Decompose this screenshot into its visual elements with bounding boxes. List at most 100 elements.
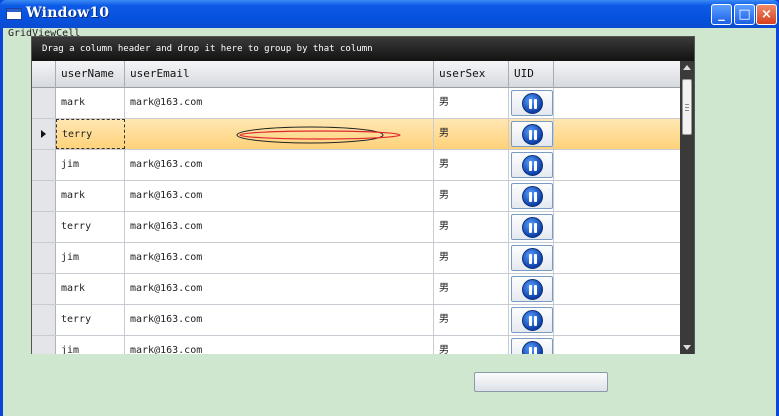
uid-button[interactable] <box>511 307 553 333</box>
row-indicator[interactable] <box>32 305 56 335</box>
cell-empty <box>554 336 680 354</box>
uid-button[interactable] <box>511 214 553 240</box>
window-title: Window10 <box>26 5 110 21</box>
table-row[interactable]: terry 男 <box>32 119 680 150</box>
cell-empty <box>554 305 680 335</box>
pause-circle-icon <box>522 186 543 207</box>
cell-username[interactable]: mark <box>56 181 125 211</box>
row-indicator[interactable] <box>32 88 56 118</box>
row-indicator[interactable] <box>32 150 56 180</box>
cell-usersex[interactable]: 男 <box>434 150 509 180</box>
window-icon <box>6 8 22 20</box>
cell-username[interactable]: terry <box>56 119 125 149</box>
column-header-useremail[interactable]: userEmail <box>125 61 434 88</box>
cell-uid <box>509 119 554 149</box>
minimize-button[interactable]: _ <box>711 4 732 25</box>
uid-button[interactable] <box>511 338 553 354</box>
column-header-uid[interactable]: UID <box>509 61 554 88</box>
row-indicator[interactable] <box>32 274 56 304</box>
cell-uid <box>509 243 554 273</box>
cell-uid <box>509 88 554 118</box>
cell-uid <box>509 274 554 304</box>
table-row[interactable]: jim mark@163.com 男 <box>32 150 680 181</box>
cell-uid <box>509 336 554 354</box>
pause-circle-icon <box>522 124 543 145</box>
row-indicator[interactable] <box>32 181 56 211</box>
cell-useremail[interactable]: mark@163.com <box>125 212 434 242</box>
cell-useremail[interactable]: mark@163.com <box>125 274 434 304</box>
cell-usersex[interactable]: 男 <box>434 336 509 354</box>
uid-button[interactable] <box>511 245 553 271</box>
scroll-down-arrow-icon[interactable] <box>683 345 691 350</box>
pause-circle-icon <box>522 341 543 354</box>
uid-button[interactable] <box>511 121 553 147</box>
pause-circle-icon <box>522 155 543 176</box>
header-indicator-cell <box>32 61 56 88</box>
cell-empty <box>554 243 680 273</box>
pause-circle-icon <box>522 279 543 300</box>
window-frame: Window10 _ □ × GridViewCell Drag a colum… <box>0 0 779 416</box>
pause-circle-icon <box>522 248 543 269</box>
cell-useremail[interactable]: mark@163.com <box>125 243 434 273</box>
cell-useremail[interactable]: mark@163.com <box>125 150 434 180</box>
scroll-up-arrow-icon[interactable] <box>683 65 691 70</box>
uid-button[interactable] <box>511 152 553 178</box>
cell-useremail[interactable]: mark@163.com <box>125 336 434 354</box>
grid-header: userName userEmail userSex UID <box>32 61 680 88</box>
data-grid: Drag a column header and drop it here to… <box>31 36 695 354</box>
cell-usersex[interactable]: 男 <box>434 243 509 273</box>
cell-useremail[interactable]: mark@163.com <box>125 88 434 118</box>
uid-button[interactable] <box>511 183 553 209</box>
close-button[interactable]: × <box>756 4 777 25</box>
cell-usersex[interactable]: 男 <box>434 181 509 211</box>
group-panel[interactable]: Drag a column header and drop it here to… <box>32 37 694 61</box>
grid-rows: mark mark@163.com 男 terry 男 jim mark@163.com 男 m… <box>32 88 680 354</box>
maximize-button[interactable]: □ <box>734 4 755 25</box>
cell-username[interactable]: terry <box>56 305 125 335</box>
cell-usersex[interactable]: 男 <box>434 274 509 304</box>
column-header-username[interactable]: userName <box>56 61 125 88</box>
title-bar[interactable]: Window10 _ □ × <box>0 0 779 28</box>
window-client-area: GridViewCell Drag a column header and dr… <box>3 28 776 416</box>
cell-usersex[interactable]: 男 <box>434 119 509 149</box>
row-indicator[interactable] <box>32 243 56 273</box>
table-row[interactable]: jim mark@163.com 男 <box>32 336 680 354</box>
uid-button[interactable] <box>511 276 553 302</box>
cell-usersex[interactable]: 男 <box>434 305 509 335</box>
cell-username[interactable]: mark <box>56 88 125 118</box>
vertical-scrollbar[interactable] <box>680 61 694 354</box>
redacted-scribble <box>236 126 401 144</box>
cell-uid <box>509 150 554 180</box>
scroll-thumb[interactable] <box>682 79 692 135</box>
cell-username[interactable]: jim <box>56 150 125 180</box>
row-indicator[interactable] <box>32 336 56 354</box>
cell-usersex[interactable]: 男 <box>434 88 509 118</box>
cell-username[interactable]: jim <box>56 336 125 354</box>
cell-empty <box>554 274 680 304</box>
action-button[interactable] <box>474 372 608 392</box>
row-indicator[interactable] <box>32 119 56 149</box>
pause-circle-icon <box>522 217 543 238</box>
table-row[interactable]: terry mark@163.com 男 <box>32 305 680 336</box>
table-row[interactable]: mark mark@163.com 男 <box>32 88 680 119</box>
table-row[interactable]: jim mark@163.com 男 <box>32 243 680 274</box>
cell-empty <box>554 150 680 180</box>
cell-usersex[interactable]: 男 <box>434 212 509 242</box>
column-header-usersex[interactable]: userSex <box>434 61 509 88</box>
cell-empty <box>554 119 680 149</box>
row-indicator[interactable] <box>32 212 56 242</box>
cell-uid <box>509 305 554 335</box>
cell-useremail[interactable]: mark@163.com <box>125 181 434 211</box>
cell-username[interactable]: mark <box>56 274 125 304</box>
pause-circle-icon <box>522 93 543 114</box>
cell-useremail[interactable] <box>125 119 434 149</box>
table-row[interactable]: mark mark@163.com 男 <box>32 181 680 212</box>
current-row-arrow-icon <box>41 130 46 138</box>
uid-button[interactable] <box>511 90 553 116</box>
table-row[interactable]: mark mark@163.com 男 <box>32 274 680 305</box>
cell-username[interactable]: jim <box>56 243 125 273</box>
pause-circle-icon <box>522 310 543 331</box>
cell-username[interactable]: terry <box>56 212 125 242</box>
table-row[interactable]: terry mark@163.com 男 <box>32 212 680 243</box>
cell-useremail[interactable]: mark@163.com <box>125 305 434 335</box>
